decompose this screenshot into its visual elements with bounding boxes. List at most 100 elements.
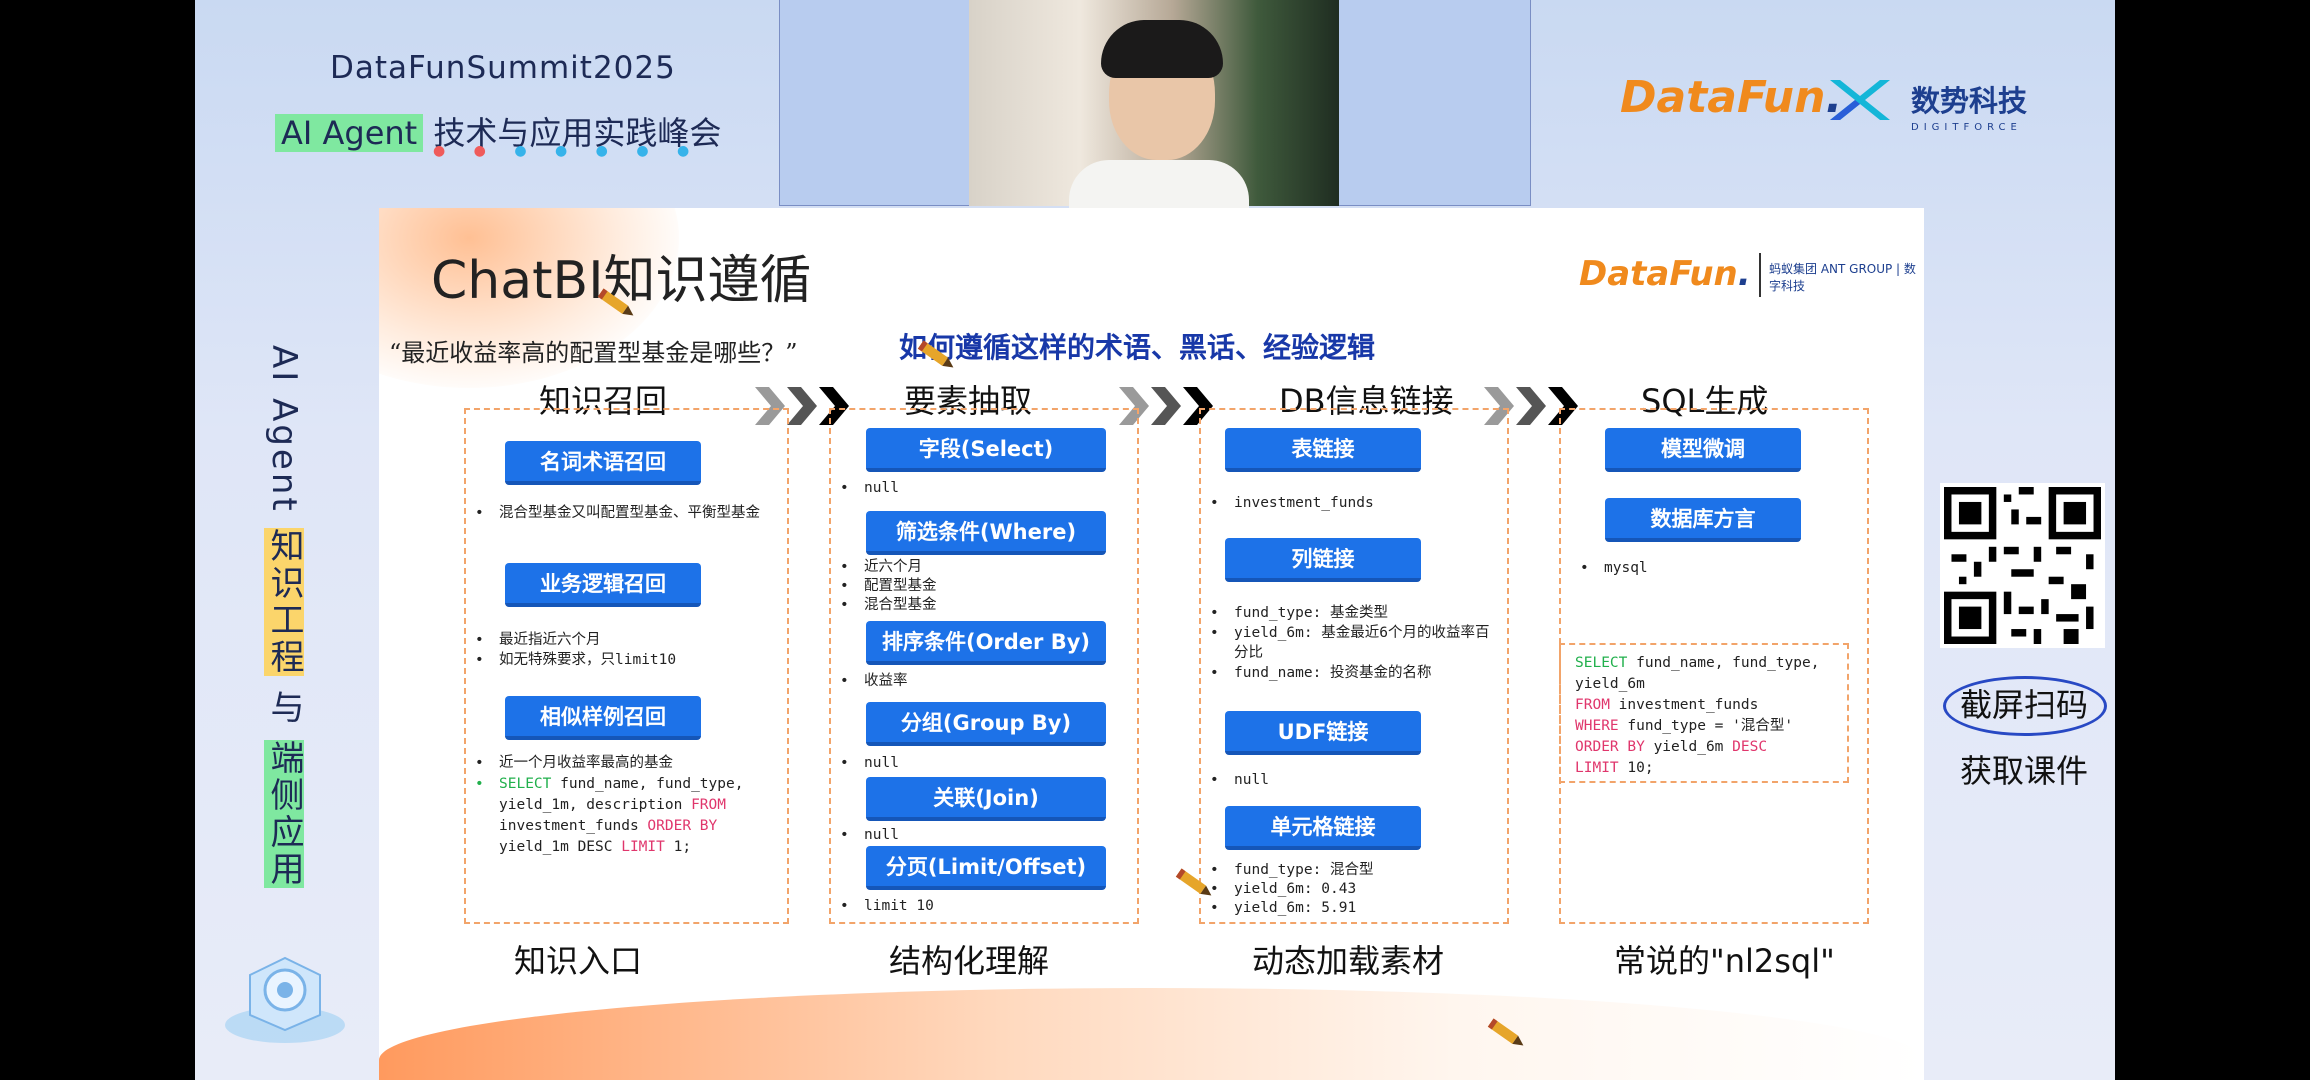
- sql-text: 10;: [1618, 760, 1654, 776]
- decor-cube-icon: [225, 956, 345, 1043]
- sql-kw: FROM: [691, 797, 726, 813]
- col2-notes-4: null: [834, 753, 1124, 773]
- note-item: 近六个月: [834, 558, 1124, 577]
- sql-kw: LIMIT: [1575, 760, 1619, 776]
- col1-notes-3: 近一个月收益率最高的基金: [469, 753, 779, 773]
- button-cell-link[interactable]: 单元格链接: [1225, 806, 1421, 850]
- vertical-title-part2: 知识工程: [264, 527, 304, 676]
- sql-text: fund_type = '混合型': [1618, 718, 1794, 734]
- speaker-video: [969, 0, 1339, 220]
- note-item: fund_type: 混合型: [1204, 861, 1504, 880]
- note-item: 收益率: [834, 671, 1124, 691]
- note-item: null: [834, 753, 1124, 773]
- qr-code[interactable]: [1940, 483, 2105, 648]
- col2-notes-2: 近六个月 配置型基金 混合型基金: [834, 558, 1124, 615]
- digitforce-logo-icon: [1830, 80, 1890, 120]
- note-item: null: [1204, 770, 1504, 790]
- sql-kw: LIMIT: [621, 839, 665, 855]
- note-item: 最近指近六个月: [469, 630, 779, 650]
- sql-kw: DESC: [1732, 739, 1768, 755]
- button-term-recall[interactable]: 名词术语召回: [505, 441, 701, 485]
- col2-notes-1: null: [834, 478, 1124, 498]
- note-item: yield_6m: 5.91: [1204, 899, 1504, 918]
- col3-notes-3: null: [1204, 770, 1504, 790]
- conference-frame: DataFunSummit2025 AI Agent 技术与应用实践峰会 ● ●…: [195, 0, 2115, 1080]
- sql-kw: SELECT: [1575, 655, 1628, 671]
- col4-sql-box: SELECT fund_name, fund_type, yield_6m FR…: [1559, 643, 1849, 783]
- digitforce-logo-text: 数势科技 DIGITFORCE: [1911, 78, 2027, 133]
- sql-kw: FROM: [1575, 697, 1610, 713]
- event-name: DataFunSummit2025: [330, 50, 676, 86]
- note-item: fund_type: 基金类型: [1204, 603, 1504, 623]
- button-fine-tune[interactable]: 模型微调: [1605, 428, 1801, 472]
- col4-footer: 常说的"nl2sql": [1614, 942, 1835, 980]
- note-item: 配置型基金: [834, 577, 1124, 596]
- col3-notes-1: investment_funds: [1204, 493, 1504, 513]
- col2-footer: 结构化理解: [889, 942, 1050, 980]
- col4-notes-1: mysql: [1574, 558, 1854, 578]
- note-item: 如无特殊要求，只limit10: [469, 650, 779, 670]
- col3-footer: 动态加载素材: [1252, 942, 1445, 980]
- button-column-link[interactable]: 列链接: [1225, 538, 1421, 582]
- sql-kw: ORDER BY: [1575, 739, 1645, 755]
- button-group-by[interactable]: 分组(Group By): [866, 702, 1106, 746]
- col1-notes-1: 混合型基金又叫配置型基金、平衡型基金: [469, 503, 779, 523]
- col1-notes-2: 最近指近六个月 如无特殊要求，只limit10: [469, 630, 779, 670]
- speaker-hair: [1101, 20, 1223, 78]
- button-udf-link[interactable]: UDF链接: [1225, 711, 1421, 755]
- slide-datafun-dot: .: [1737, 254, 1751, 294]
- sql-kw: WHERE: [1575, 718, 1619, 734]
- digitforce-cn: 数势科技: [1911, 84, 2028, 118]
- col3-notes-2: fund_type: 基金类型 yield_6m: 基金最近6个月的收益率百分比…: [1204, 603, 1504, 683]
- button-limit-offset[interactable]: 分页(Limit/Offset): [866, 846, 1106, 890]
- button-select[interactable]: 字段(Select): [866, 428, 1106, 472]
- sql-text: investment_funds: [499, 818, 648, 834]
- note-item: null: [834, 825, 1124, 845]
- digitforce-en: DIGITFORCE: [1911, 122, 2022, 133]
- note-item: yield_6m: 基金最近6个月的收益率百分比: [1204, 623, 1504, 663]
- note-item: null: [834, 478, 1124, 498]
- sql-kw: ORDER BY: [647, 818, 718, 834]
- button-example-recall[interactable]: 相似样例召回: [505, 696, 701, 740]
- qr-code-icon: [1944, 487, 2101, 644]
- datafun-logo-text: DataFun: [1620, 72, 1826, 123]
- note-item: limit 10: [834, 896, 1124, 916]
- slide-logo-divider: [1759, 253, 1761, 297]
- button-join[interactable]: 关联(Join): [866, 777, 1106, 821]
- note-item: 混合型基金: [834, 596, 1124, 615]
- vertical-title: AI Agent 知识工程 与 端侧应用: [264, 345, 309, 889]
- note-item: 混合型基金又叫配置型基金、平衡型基金: [469, 503, 779, 523]
- button-order-by[interactable]: 排序条件(Order By): [866, 621, 1106, 665]
- button-table-link[interactable]: 表链接: [1225, 428, 1421, 472]
- col1-footer: 知识入口: [514, 942, 643, 980]
- sql-text: yield_6m: [1644, 739, 1733, 755]
- sql-text: yield_1m DESC: [499, 839, 622, 855]
- sql-text: 1;: [664, 839, 692, 855]
- note-item: investment_funds: [1204, 493, 1504, 513]
- button-db-dialect[interactable]: 数据库方言: [1605, 498, 1801, 542]
- col2-notes-3: 收益率: [834, 671, 1124, 691]
- note-item: fund_name: 投资基金的名称: [1204, 663, 1504, 683]
- note-item: mysql: [1574, 558, 1854, 578]
- event-subtitle-highlight: AI Agent: [275, 114, 424, 152]
- slide-ant-logo: 蚂蚁集团 ANT GROUP | 数字科技: [1769, 262, 1916, 293]
- col1-sql: • SELECT fund_name, fund_type, yield_1m,…: [475, 776, 744, 855]
- note-item: 近一个月收益率最高的基金: [469, 753, 779, 773]
- presentation-slide: ChatBI知识遵循 DataFun. 蚂蚁集团 ANT GROUP | 数字科…: [379, 208, 1924, 1080]
- slide-datafun-text: DataFun: [1579, 254, 1738, 294]
- vertical-title-part4: 端侧应用: [264, 740, 304, 889]
- vertical-title-part3: 与: [264, 675, 304, 741]
- col2-notes-5: null: [834, 825, 1124, 845]
- button-where[interactable]: 筛选条件(Where): [866, 511, 1106, 555]
- note-item: yield_6m: 0.43: [1204, 880, 1504, 899]
- datafun-logo: DataFun.: [1620, 72, 1842, 123]
- qr-label-get: 获取课件: [1959, 752, 2088, 790]
- button-logic-recall[interactable]: 业务逻辑召回: [505, 563, 701, 607]
- slide-question-highlight: 如何遵循这样的术语、黑话、经验逻辑: [899, 331, 1376, 364]
- col2-notes-6: limit 10: [834, 896, 1124, 916]
- slide-question: “最近收益率高的配置型基金是哪些？”: [389, 339, 798, 367]
- slide-datafun-logo: DataFun.: [1579, 254, 1751, 294]
- col3-notes-4: fund_type: 混合型 yield_6m: 0.43 yield_6m: …: [1204, 861, 1504, 918]
- qr-label-scan: 截屏扫码: [1959, 686, 2088, 724]
- decor-dots: ● ● ● ● ● ● ●: [433, 143, 702, 159]
